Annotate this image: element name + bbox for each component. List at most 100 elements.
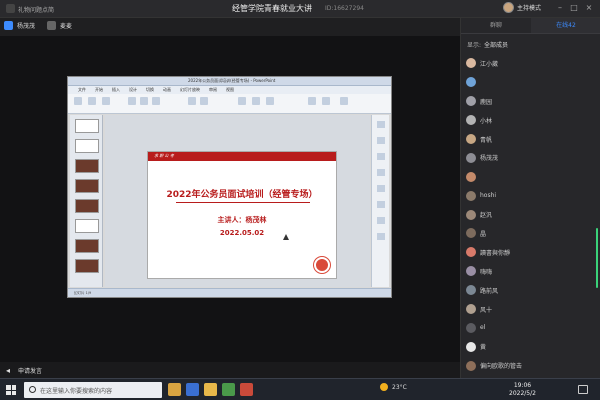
host-mode-button[interactable]: 主持模式 <box>503 2 541 13</box>
tab-chat[interactable]: 群聊 <box>461 18 531 33</box>
member-item[interactable]: 江小葳 <box>461 54 600 73</box>
underline-icon[interactable] <box>152 97 160 105</box>
ppt-menu-item[interactable]: 文件 <box>78 86 86 94</box>
tool-icon[interactable] <box>377 201 385 208</box>
member-list: 江小葳鹿园 小林 青帆 杨茂茂 hoshi 赵汎晶讀書與你靜嗨嗨路前风 风十 el 黄偏向欧歌的… <box>461 54 600 400</box>
select-icon[interactable] <box>340 97 348 105</box>
avatar <box>466 134 476 144</box>
find-icon[interactable] <box>308 97 316 105</box>
member-name: hoshi <box>480 192 497 200</box>
styles-icon[interactable] <box>266 97 274 105</box>
tab-online[interactable]: 在线42 <box>531 18 600 33</box>
avatar <box>466 304 476 315</box>
folder-icon[interactable] <box>204 383 217 396</box>
tool-icon[interactable] <box>377 185 385 192</box>
ppt-menu-item[interactable]: 视图 <box>226 86 234 94</box>
windows-taskbar: 在这里输入你要搜索的内容 23°C 19:06 2022/5/2 <box>0 378 600 400</box>
align-icon[interactable] <box>188 97 196 105</box>
slide-thumbnail[interactable] <box>75 119 99 133</box>
tool-icon[interactable] <box>377 217 385 224</box>
minimize-icon[interactable]: – <box>555 3 565 13</box>
member-item[interactable]: 小林 <box>461 111 600 130</box>
speak-request-button[interactable]: ◂ 申请发言 <box>6 366 42 375</box>
app-icon[interactable] <box>186 383 199 396</box>
slide-thumbnail[interactable] <box>75 239 99 253</box>
member-item[interactable]: 晶 <box>461 224 600 243</box>
member-filter[interactable]: 显示: 全部成员 <box>467 40 508 49</box>
slide-thumbnail[interactable] <box>75 159 99 173</box>
weather-temp: 23°C <box>392 383 407 391</box>
ppt-side-toolbar <box>371 115 389 287</box>
member-item[interactable]: 风十 <box>461 300 600 319</box>
arrange-icon[interactable] <box>252 97 260 105</box>
clock-date: 2022/5/2 <box>509 390 536 397</box>
taskbar-clock[interactable]: 19:06 2022/5/2 <box>509 382 536 398</box>
avatar <box>466 58 476 69</box>
paste-icon[interactable] <box>74 97 82 105</box>
member-item[interactable] <box>461 73 600 92</box>
member-item[interactable]: 偏向欧歌的管击 <box>461 356 600 375</box>
notification-icon[interactable] <box>578 385 588 394</box>
tool-icon[interactable] <box>377 121 385 128</box>
current-slide[interactable]: 求 职 公 考 2022年公务员面试培训（经管专场） 主讲人：杨茂林 2022.… <box>147 151 337 279</box>
ppt-menu-item[interactable]: 幻灯片放映 <box>180 86 200 94</box>
scrollbar[interactable] <box>596 228 598 288</box>
weather-icon[interactable] <box>380 383 388 391</box>
close-icon[interactable]: × <box>584 3 594 13</box>
member-item[interactable]: 讀書與你靜 <box>461 243 600 262</box>
bold-icon[interactable] <box>128 97 136 105</box>
bullets-icon[interactable] <box>200 97 208 105</box>
layout-icon[interactable] <box>102 97 110 105</box>
italic-icon[interactable] <box>140 97 148 105</box>
member-item[interactable] <box>461 167 600 186</box>
member-item[interactable]: 赵汎 <box>461 205 600 224</box>
ppt-title-bar: 2022年公务员面试培训(经管专场) - PowerPoint <box>68 77 391 86</box>
app-icon[interactable] <box>240 383 253 396</box>
avatar <box>466 322 476 333</box>
slide-thumbnail[interactable] <box>75 199 99 213</box>
maximize-icon[interactable]: □ <box>569 3 579 13</box>
replace-icon[interactable] <box>322 97 330 105</box>
avatar <box>466 152 476 163</box>
shapes-icon[interactable] <box>238 97 246 105</box>
tool-icon[interactable] <box>377 153 385 160</box>
member-item[interactable]: 路前风 <box>461 281 600 300</box>
member-item[interactable]: 黄 <box>461 337 600 356</box>
speaker-row: 杨茂茂 麦麦 <box>4 21 80 30</box>
avatar <box>466 171 476 182</box>
top-left-label[interactable]: 礼物问题点简 <box>18 5 54 14</box>
tool-icon[interactable] <box>377 137 385 144</box>
ppt-menu-item[interactable]: 开始 <box>95 86 103 94</box>
windows-start-icon[interactable] <box>6 385 16 395</box>
speaker-name: 麦麦 <box>60 23 73 30</box>
app-icon[interactable] <box>222 383 235 396</box>
new-slide-icon[interactable] <box>88 97 96 105</box>
slide-thumbnails <box>70 115 103 287</box>
slide-date: 2022.05.02 <box>219 229 265 237</box>
tool-icon[interactable] <box>377 169 385 176</box>
member-item[interactable]: el <box>461 318 600 337</box>
slide-thumbnail[interactable] <box>75 259 99 273</box>
slide-banner: 求 职 公 考 <box>148 152 336 161</box>
app-icon[interactable] <box>168 383 181 396</box>
ppt-menu-item[interactable]: 审阅 <box>209 86 217 94</box>
ppt-menu-item[interactable]: 插入 <box>112 86 120 94</box>
member-item[interactable]: 鹿园 <box>461 92 600 111</box>
member-item[interactable]: 嗨嗨 <box>461 262 600 281</box>
member-name: 嗨嗨 <box>480 268 493 276</box>
tool-icon[interactable] <box>377 233 385 240</box>
ppt-menu-item[interactable]: 设计 <box>129 86 137 94</box>
member-item[interactable]: 青帆 <box>461 130 600 149</box>
slide-thumbnail[interactable] <box>75 139 99 153</box>
ppt-menu-item[interactable]: 动画 <box>163 86 171 94</box>
ppt-menu-item[interactable]: 切换 <box>146 86 154 94</box>
member-name: 偏向欧歌的管击 <box>480 363 523 371</box>
member-item[interactable]: 杨茂茂 <box>461 148 600 167</box>
taskbar-search[interactable]: 在这里输入你要搜索的内容 <box>24 382 162 398</box>
member-name: 讀書與你靜 <box>480 249 511 257</box>
slide-thumbnail[interactable] <box>75 179 99 193</box>
avatar <box>466 266 476 277</box>
slide-thumbnail[interactable] <box>75 219 99 233</box>
member-item[interactable]: hoshi <box>461 186 600 205</box>
meeting-id: ID:16627294 <box>325 5 364 12</box>
